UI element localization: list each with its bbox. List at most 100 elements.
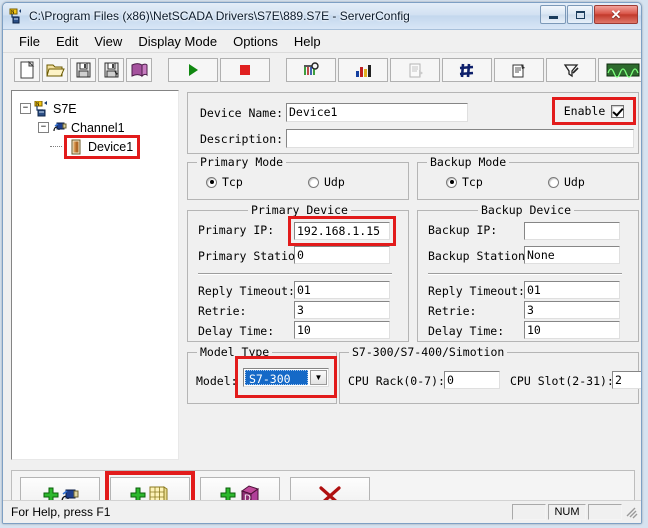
main-toolbar <box>3 53 641 88</box>
status-num-indicator: NUM <box>548 504 586 520</box>
minimize-button[interactable] <box>540 5 566 24</box>
new-file-button[interactable] <box>14 58 40 82</box>
radio-dot-icon <box>308 176 319 188</box>
primary-ip-input[interactable]: 192.168.1.15 <box>294 222 390 240</box>
primary-ip-label: Primary IP: <box>198 223 275 237</box>
new-document-icon <box>20 61 34 79</box>
model-combobox-value: S7-300 <box>245 370 308 385</box>
floppy-save-as-icon <box>104 62 118 78</box>
about-button[interactable] <box>126 58 152 82</box>
backup-divider <box>428 273 622 275</box>
statistics-button[interactable] <box>338 58 388 82</box>
cpu-slot-label: CPU Slot(2-31): <box>510 374 614 388</box>
primary-mode-title: Primary Mode <box>197 155 287 169</box>
window-controls: ✕ <box>539 5 638 24</box>
tree-node-s7e[interactable]: − N S7E <box>16 99 174 118</box>
app-icon: N <box>8 8 24 24</box>
device-tree: − N S7E − Channel1 Device1 <box>12 91 178 164</box>
enable-label: Enable <box>563 104 606 118</box>
backup-ip-label: Backup IP: <box>428 223 498 237</box>
device-tree-pane[interactable]: − N S7E − Channel1 Device1 <box>11 90 179 460</box>
primary-retrie-input[interactable]: 3 <box>294 301 390 319</box>
primary-mode-tcp-radio[interactable]: Tcp <box>206 175 243 189</box>
funnel-pen-icon <box>563 63 579 77</box>
primary-mode-udp-radio[interactable]: Udp <box>308 175 345 189</box>
menu-bar: File Edit View Display Mode Options Help <box>3 30 641 53</box>
description-input[interactable] <box>286 129 634 148</box>
backup-mode-tcp-radio[interactable]: Tcp <box>446 175 483 189</box>
menu-item-view[interactable]: View <box>86 32 130 51</box>
menu-item-help[interactable]: Help <box>286 32 329 51</box>
device-config-panel: Device Name: Device1 Description: Enable… <box>187 90 641 460</box>
primary-station-input[interactable]: 0 <box>294 246 390 264</box>
backup-device-title: Backup Device <box>478 203 575 217</box>
close-icon: ✕ <box>610 7 622 22</box>
description-label: Description: <box>200 132 284 146</box>
backup-ip-input[interactable] <box>524 222 620 240</box>
stop-button[interactable] <box>220 58 270 82</box>
tree-node-device1-highlight[interactable]: Device1 <box>64 134 141 159</box>
start-button[interactable] <box>168 58 218 82</box>
radio-dot-icon <box>446 176 457 188</box>
menu-item-display-mode[interactable]: Display Mode <box>130 32 225 51</box>
primary-mode-tcp-label: Tcp <box>222 175 243 189</box>
properties-button[interactable] <box>494 58 544 82</box>
backup-mode-udp-radio[interactable]: Udp <box>548 175 585 189</box>
book-icon <box>131 63 147 78</box>
backup-delay-time-input[interactable]: 10 <box>524 321 620 339</box>
model-combobox[interactable]: S7-300 ▼ <box>243 368 329 387</box>
primary-reply-timeout-input[interactable]: 01 <box>294 281 390 299</box>
grid-button[interactable] <box>442 58 492 82</box>
primary-mode-udp-label: Udp <box>324 175 345 189</box>
backup-station-input[interactable]: None <box>524 246 620 264</box>
device-name-label: Device Name: <box>200 106 284 120</box>
device-name-input[interactable]: Device1 <box>286 103 468 122</box>
save-as-button[interactable] <box>98 58 124 82</box>
resize-grip-icon[interactable] <box>624 505 638 519</box>
tree-node-device1[interactable]: Device1 <box>16 134 174 159</box>
server-node-icon: N <box>34 100 50 117</box>
diagnostics-button[interactable] <box>546 58 596 82</box>
waveform-button[interactable] <box>598 58 641 82</box>
cpu-rack-label: CPU Rack(0-7): <box>348 374 445 388</box>
device-info-group: Device Name: Device1 Description: Enable <box>187 92 639 154</box>
primary-delay-time-input[interactable]: 10 <box>294 321 390 339</box>
maximize-button[interactable] <box>567 5 593 24</box>
cpu-slot-input[interactable]: 2 <box>612 371 641 389</box>
title-bar: N C:\Program Files (x86)\NetSCADA Driver… <box>3 3 641 30</box>
channel-plug-icon <box>52 120 68 136</box>
report-button[interactable] <box>390 58 440 82</box>
primary-device-group: Primary Device Primary IP: 192.168.1.15 … <box>187 203 409 342</box>
properties-sheet-icon <box>512 63 525 77</box>
primary-divider <box>198 273 392 275</box>
open-file-button[interactable] <box>42 58 68 82</box>
status-bar: For Help, press F1 NUM <box>3 500 641 523</box>
monitor-tags-button[interactable] <box>286 58 336 82</box>
tree-node-label: Channel1 <box>71 120 125 135</box>
client-area: − N S7E − Channel1 Device1 Device Name: … <box>3 86 641 523</box>
cpu-rack-input[interactable]: 0 <box>444 371 500 389</box>
close-button[interactable]: ✕ <box>594 5 638 24</box>
backup-retrie-input[interactable]: 3 <box>524 301 620 319</box>
save-button[interactable] <box>70 58 96 82</box>
primary-delay-time-label: Delay Time: <box>198 324 275 338</box>
maximize-icon <box>575 10 585 19</box>
tree-node-label: Device1 <box>88 139 134 154</box>
enable-checkbox[interactable] <box>611 104 625 118</box>
menu-item-options[interactable]: Options <box>225 32 286 51</box>
backup-reply-timeout-label: Reply Timeout: <box>428 284 525 298</box>
oscilloscope-wave-icon <box>606 63 640 78</box>
toolbar-group-file <box>9 58 157 82</box>
expander-icon[interactable]: − <box>20 103 31 114</box>
chevron-down-icon[interactable]: ▼ <box>310 370 327 385</box>
backup-delay-time-label: Delay Time: <box>428 324 505 338</box>
menu-item-edit[interactable]: Edit <box>48 32 86 51</box>
backup-reply-timeout-input[interactable]: 01 <box>524 281 620 299</box>
backup-mode-udp-label: Udp <box>564 175 585 189</box>
stop-square-icon <box>240 65 250 75</box>
grid-hash-icon <box>459 63 474 77</box>
menu-item-file[interactable]: File <box>11 32 48 51</box>
expander-icon[interactable]: − <box>38 122 49 133</box>
cpu-group-title: S7-300/S7-400/Simotion <box>349 345 508 359</box>
primary-retrie-label: Retrie: <box>198 304 247 318</box>
